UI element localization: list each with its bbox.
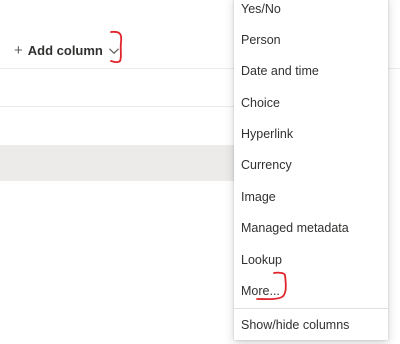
plus-icon: + (14, 41, 23, 59)
menu-item-label: Choice (241, 96, 280, 110)
menu-item-label: Date and time (241, 64, 319, 78)
menu-item-show-hide-columns[interactable]: Show/hide columns (234, 310, 388, 340)
menu-item-label: Lookup (241, 253, 283, 267)
menu-item-lookup[interactable]: Lookup (234, 245, 388, 275)
menu-item-label: Hyperlink (241, 127, 294, 141)
menu-item-label: Person (241, 33, 281, 47)
add-column-button[interactable]: + Add column (14, 38, 120, 62)
menu-item-date-and-time[interactable]: Date and time (234, 56, 388, 86)
chevron-down-icon (108, 44, 120, 56)
menu-item-yes-no[interactable]: Yes/No (234, 0, 388, 24)
menu-divider (234, 308, 388, 309)
menu-item-hyperlink[interactable]: Hyperlink (234, 119, 388, 149)
menu-item-choice[interactable]: Choice (234, 88, 388, 118)
menu-item-image[interactable]: Image (234, 182, 388, 212)
selected-row-band (0, 145, 236, 181)
menu-item-currency[interactable]: Currency (234, 150, 388, 180)
menu-item-label: Show/hide columns (241, 318, 350, 332)
menu-item-label: More... (241, 284, 280, 298)
menu-item-person[interactable]: Person (234, 25, 388, 55)
menu-item-label: Yes/No (241, 2, 281, 16)
add-column-label: Add column (27, 42, 103, 58)
menu-item-managed-metadata[interactable]: Managed metadata (234, 213, 388, 243)
menu-item-label: Image (241, 190, 276, 204)
menu-item-more[interactable]: More... (234, 276, 388, 306)
menu-item-label: Currency (241, 158, 292, 172)
menu-item-label: Managed metadata (241, 221, 349, 235)
row-divider (0, 106, 236, 107)
column-type-menu: Yes/No Person Date and time Choice Hyper… (234, 0, 388, 340)
